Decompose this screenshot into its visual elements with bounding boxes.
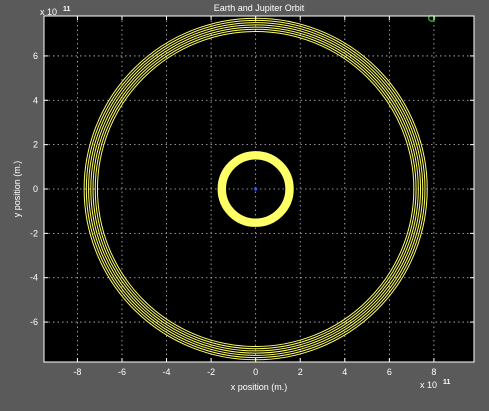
x-tick-label: 4 xyxy=(342,367,347,377)
y-axis-label: y position (m.) xyxy=(12,161,22,218)
x-tick-label: -8 xyxy=(73,367,81,377)
x-tick-label: 0 xyxy=(253,367,258,377)
figure-window: -8 -6 -4 -2 0 2 4 6 8 -6 -4 -2 0 2 4 6 Earth and Jupite… xyxy=(0,0,489,406)
chart-title: Earth and Jupiter Orbit xyxy=(214,3,305,13)
y-tick-label: -4 xyxy=(30,273,38,283)
y-exponent-base: x 10 xyxy=(40,7,57,17)
y-tick-label: 4 xyxy=(33,95,38,105)
x-tick-label: -4 xyxy=(163,367,171,377)
x-exponent-power: 11 xyxy=(443,379,451,386)
sun-marker xyxy=(254,187,258,191)
x-tick-label: 2 xyxy=(298,367,303,377)
orbit-chart: -8 -6 -4 -2 0 2 4 6 8 -6 -4 -2 0 2 4 6 Earth and Jupite… xyxy=(0,0,489,406)
x-tick-label: 8 xyxy=(431,367,436,377)
x-axis-label: x position (m.) xyxy=(231,382,288,392)
y-tick-label: 2 xyxy=(33,140,38,150)
y-tick-label: 6 xyxy=(33,51,38,61)
x-tick-label: -2 xyxy=(207,367,215,377)
y-exponent-power: 11 xyxy=(63,6,71,13)
x-tick-label: -6 xyxy=(118,367,126,377)
x-exponent-base: x 10 xyxy=(420,380,437,390)
y-tick-label: -6 xyxy=(30,317,38,327)
y-tick-label: 0 xyxy=(33,184,38,194)
y-tick-label: -2 xyxy=(30,228,38,238)
x-tick-label: 6 xyxy=(387,367,392,377)
